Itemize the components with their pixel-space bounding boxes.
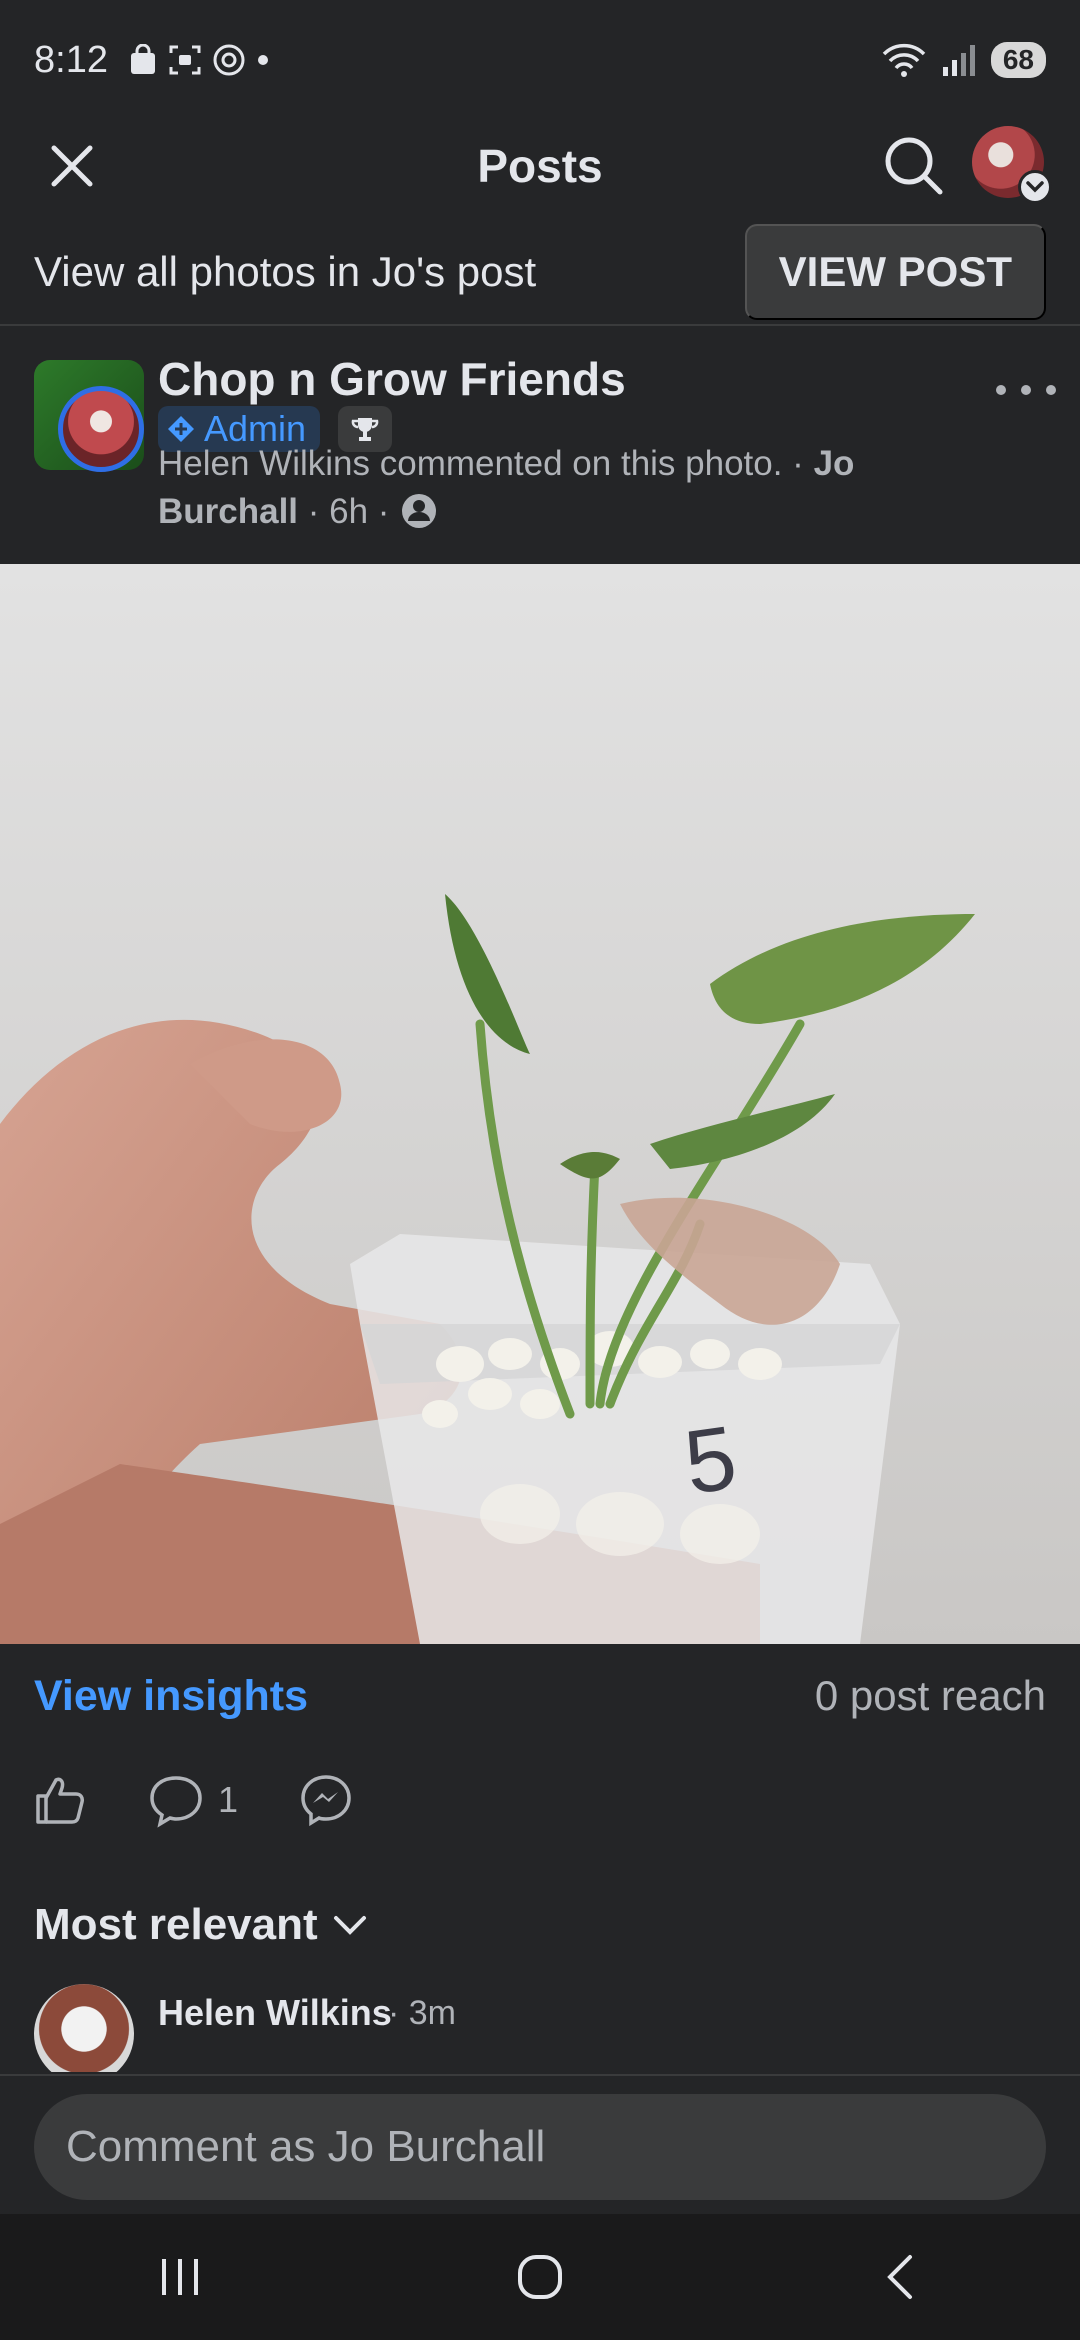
group-privacy-icon [402, 494, 437, 528]
comment-bar [0, 2074, 1080, 2214]
profile-avatar-button[interactable] [972, 126, 1052, 204]
messenger-icon [301, 1775, 351, 1827]
status-right: 68 [881, 42, 1046, 78]
more-dot [996, 385, 1006, 395]
comment-item: Helen Wilkins · 3m [0, 1980, 1080, 2072]
comment-time: · 3m [388, 1994, 456, 2032]
back-icon [887, 2255, 912, 2299]
chevron-down-icon [333, 1916, 366, 1935]
back-button[interactable] [840, 2237, 960, 2317]
plant-photo-illustration: 5 [0, 564, 1080, 1644]
view-post-button[interactable]: VIEW POST [744, 224, 1046, 320]
post-reach: 0 post reach [814, 1672, 1046, 1719]
commenter-name[interactable]: Helen Wilkins [158, 1992, 392, 2034]
insights-row: View insights 0 post reach [0, 1648, 1080, 1744]
status-time: 8:12 [34, 38, 108, 81]
share-messenger-button[interactable] [298, 1772, 354, 1828]
top-bar: Posts [0, 120, 1080, 212]
view-photos-text: View all photos in Jo's post [34, 248, 537, 295]
actions-row: 1 [0, 1760, 1080, 1840]
comment-sort-dropdown[interactable]: Most relevant [34, 1900, 368, 1950]
comment-icon [150, 1776, 202, 1828]
more-dot [1046, 385, 1056, 395]
home-button[interactable] [480, 2237, 600, 2317]
more-options-button[interactable] [996, 370, 1056, 410]
recent-apps-button[interactable] [120, 2237, 240, 2317]
chevron-down-icon [1018, 170, 1052, 204]
wifi-icon [882, 43, 926, 77]
shopping-bag-icon [130, 44, 155, 74]
commenter-avatar[interactable] [34, 1984, 134, 2072]
home-icon [518, 2255, 562, 2299]
post-header: Chop n Grow Friends Admin Helen Wilkins … [0, 340, 1080, 560]
screenshot-icon [169, 45, 201, 75]
close-icon [51, 145, 93, 187]
comment-input[interactable] [34, 2094, 1046, 2200]
post-time: · 6h · [298, 492, 400, 531]
dot-icon [257, 55, 268, 65]
threads-icon [213, 44, 245, 76]
post-activity-text: Helen Wilkins commented on this photo. · [158, 444, 814, 483]
search-icon [885, 137, 943, 195]
system-nav-bar [0, 2214, 1080, 2340]
group-name[interactable]: Chop n Grow Friends [158, 352, 626, 406]
notification-icons [128, 43, 270, 77]
battery-indicator: 68 [990, 42, 1046, 78]
close-button[interactable] [44, 138, 100, 194]
comment-count: 1 [218, 1779, 239, 1820]
post-meta: Helen Wilkins commented on this photo. ·… [158, 440, 958, 536]
view-photos-banner: View all photos in Jo's post VIEW POST [0, 220, 1080, 326]
view-insights-link[interactable]: View insights [34, 1672, 308, 1721]
post-photo[interactable]: 5 [0, 564, 1080, 1644]
comment-button[interactable]: 1 [148, 1772, 238, 1828]
comment-sort-label: Most relevant [34, 1900, 318, 1949]
more-dot [1021, 385, 1031, 395]
thumbs-up-icon [36, 1777, 84, 1824]
author-avatar[interactable] [58, 386, 144, 472]
search-button[interactable] [878, 130, 948, 200]
status-bar: 8:12 68 [0, 0, 1080, 120]
like-button[interactable] [32, 1772, 88, 1828]
recent-apps-icon [162, 2259, 198, 2295]
signal-icon [942, 45, 975, 76]
